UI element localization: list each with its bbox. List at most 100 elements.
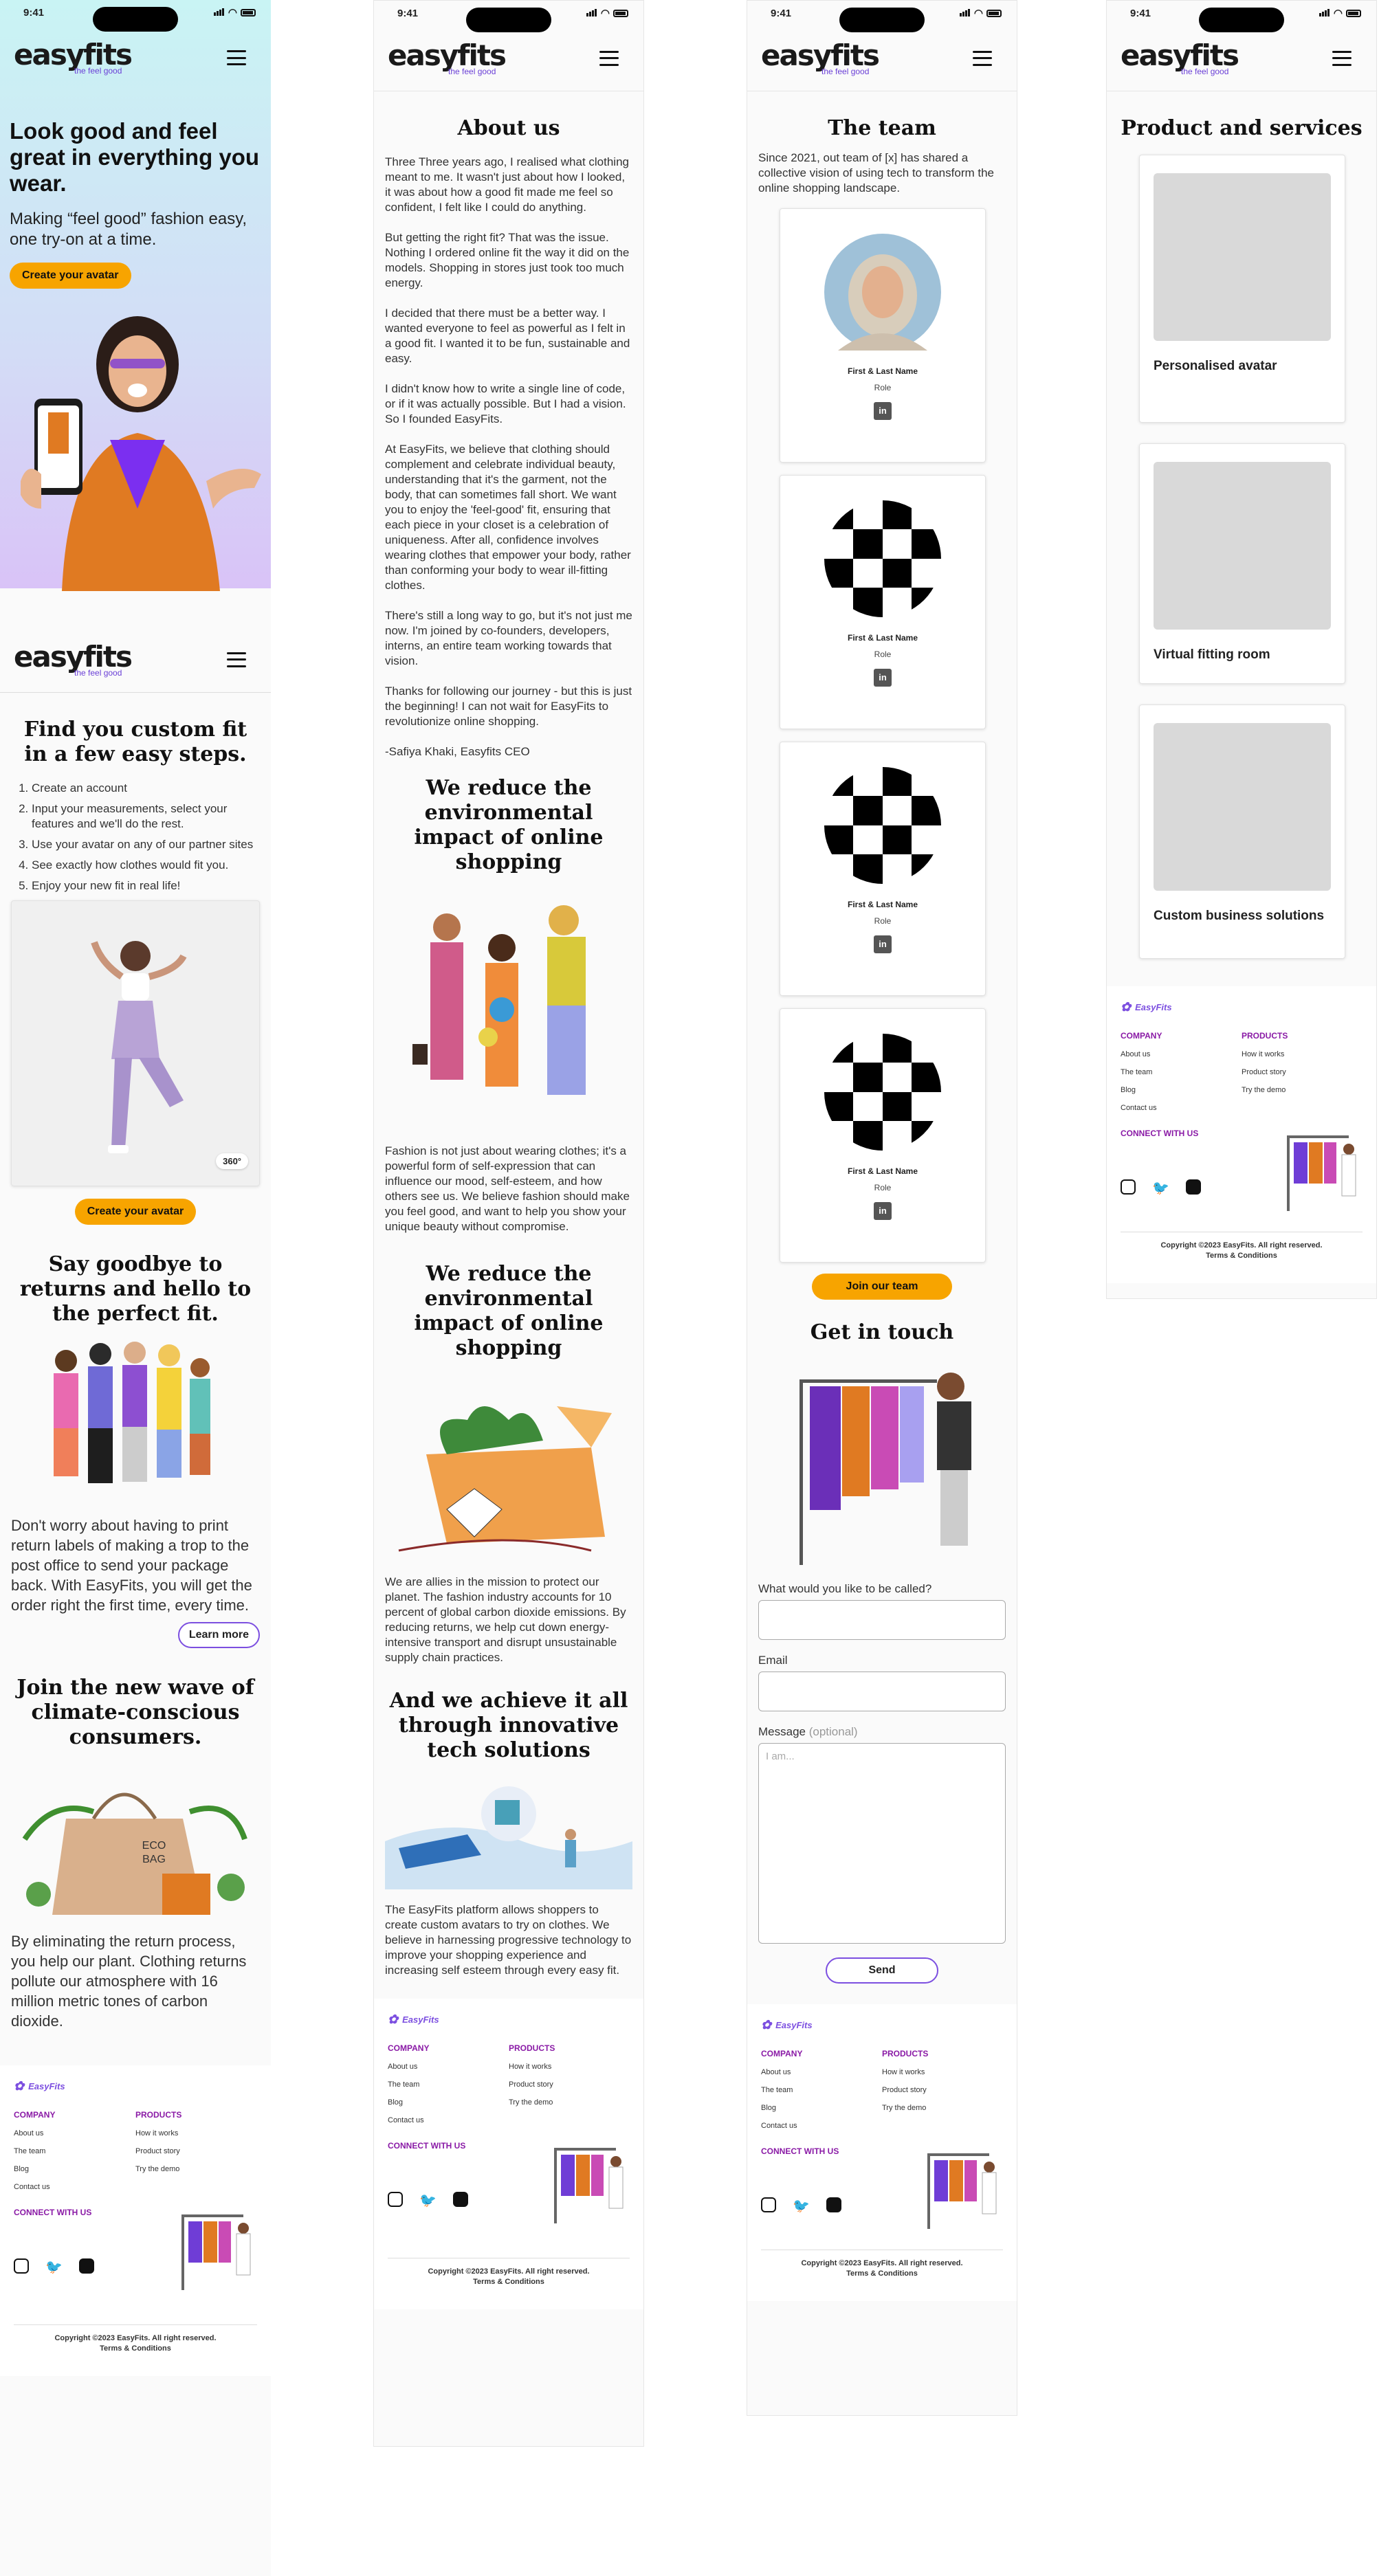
join-team-button[interactable]: Join our team <box>811 1274 953 1300</box>
footer-link-team[interactable]: The team <box>761 2086 882 2094</box>
brand-logo-2[interactable]: easyfits the feel good <box>14 642 133 677</box>
instagram-icon[interactable] <box>761 2197 776 2212</box>
impact-title: We reduce the environmental impact of on… <box>414 776 604 874</box>
terms-link[interactable]: Terms & Conditions <box>388 2277 630 2287</box>
linkedin-icon[interactable]: in <box>874 402 892 420</box>
linkedin-icon[interactable]: in <box>874 935 892 953</box>
footer-logo[interactable]: ✿ EasyFits <box>1121 1000 1363 1014</box>
member-name: First & Last Name <box>847 900 918 909</box>
menu-icon-2[interactable] <box>227 652 246 667</box>
dynamic-island <box>839 8 925 32</box>
email-input[interactable] <box>758 1672 1006 1711</box>
team-list: First & Last Name Role in First & Last N… <box>747 196 1017 1263</box>
footer-link-blog[interactable]: Blog <box>388 2098 509 2107</box>
footer-link-blog[interactable]: Blog <box>761 2104 882 2112</box>
message-textarea[interactable]: I am... <box>758 1743 1006 1944</box>
footer: ✿ EasyFits COMPANY About us The team Blog… <box>1107 986 1376 1283</box>
instagram-icon[interactable] <box>14 2258 29 2274</box>
eco-title: Join the new wave of climate-conscious c… <box>16 1676 254 1749</box>
tech-illustration <box>385 1786 632 1889</box>
avatar-preview-card[interactable]: 360° <box>11 900 260 1186</box>
step-item: Input your measurements, select your fea… <box>32 801 260 832</box>
instagram-icon[interactable] <box>388 2192 403 2207</box>
twitter-icon[interactable]: 🐦 <box>793 2197 810 2214</box>
footer-link-contact[interactable]: Contact us <box>388 2116 509 2124</box>
footer-link-team[interactable]: The team <box>388 2080 509 2089</box>
terms-link[interactable]: Terms & Conditions <box>1121 1251 1363 1261</box>
name-label: What would you like to be called? <box>758 1582 932 1595</box>
terms-link[interactable]: Terms & Conditions <box>761 2269 1003 2279</box>
footer-link-how[interactable]: How it works <box>882 2068 1003 2076</box>
footer-link-blog[interactable]: Blog <box>14 2165 135 2173</box>
footer-logo[interactable]: ✿ EasyFits <box>388 2012 630 2027</box>
name-input[interactable] <box>758 1600 1006 1640</box>
menu-icon[interactable] <box>227 50 246 65</box>
team-intro: Since 2021, out team of [x] has shared a… <box>758 151 994 195</box>
create-avatar-button-2[interactable]: Create your avatar <box>74 1199 197 1225</box>
footer-link-blog[interactable]: Blog <box>1121 1086 1242 1094</box>
menu-icon[interactable] <box>973 50 992 66</box>
impact2-text: We are allies in the mission to protect … <box>385 1575 626 1664</box>
product-name: Virtual fitting room <box>1154 647 1270 662</box>
product-card[interactable]: Custom business solutions <box>1139 704 1345 959</box>
menu-icon[interactable] <box>599 50 619 66</box>
learn-more-button[interactable]: Learn more <box>177 1622 260 1648</box>
linkedin-icon[interactable] <box>452 2192 468 2207</box>
brand-logo[interactable]: easyfits the feel good <box>14 41 133 76</box>
footer-link-how[interactable]: How it works <box>509 2063 630 2071</box>
signal-icon <box>1319 8 1330 19</box>
product-card[interactable]: Personalised avatar <box>1139 155 1345 423</box>
footer-link-about[interactable]: About us <box>14 2129 135 2138</box>
360-view-badge[interactable]: 360° <box>216 1153 248 1169</box>
footer-link-demo[interactable]: Try the demo <box>509 2098 630 2107</box>
footer-link-story[interactable]: Product story <box>882 2086 1003 2094</box>
hero-woman-illustration <box>21 316 261 591</box>
linkedin-icon[interactable] <box>826 2197 841 2212</box>
footer-logo[interactable]: ✿ EasyFits <box>14 2079 257 2094</box>
diverse-fashion-illustration <box>412 905 586 1095</box>
footer-link-team[interactable]: The team <box>1121 1068 1242 1076</box>
brand-logo[interactable]: easyfits the feel good <box>761 41 880 76</box>
linkedin-icon[interactable]: in <box>874 1202 892 1220</box>
signal-icon <box>959 8 971 19</box>
contact-form: What would you like to be called? Email … <box>747 1575 1017 1984</box>
footer-link-demo[interactable]: Try the demo <box>882 2104 1003 2112</box>
footer-link-about[interactable]: About us <box>761 2068 882 2076</box>
footer-link-contact[interactable]: Contact us <box>1121 1104 1242 1112</box>
footer-link-story[interactable]: Product story <box>509 2080 630 2089</box>
product-card[interactable]: Virtual fitting room <box>1139 443 1345 684</box>
brand-logo[interactable]: easyfits the feel good <box>388 41 507 76</box>
brand-logo[interactable]: easyfits the feel good <box>1121 41 1239 76</box>
linkedin-icon[interactable] <box>1185 1179 1201 1195</box>
member-role: Role <box>874 916 892 926</box>
wifi-icon: ◠ <box>600 8 610 19</box>
footer-logo[interactable]: ✿ EasyFits <box>761 2018 1003 2032</box>
footer-link-contact[interactable]: Contact us <box>761 2122 882 2130</box>
linkedin-icon[interactable]: in <box>874 669 892 687</box>
footer-link-how[interactable]: How it works <box>135 2129 257 2138</box>
twitter-icon[interactable]: 🐦 <box>45 2258 63 2276</box>
twitter-icon[interactable]: 🐦 <box>1152 1179 1169 1197</box>
dynamic-island <box>1199 8 1284 32</box>
footer-link-how[interactable]: How it works <box>1242 1050 1363 1058</box>
twitter-icon[interactable]: 🐦 <box>419 2192 437 2209</box>
footer-link-contact[interactable]: Contact us <box>14 2183 135 2191</box>
footer-link-team[interactable]: The team <box>14 2147 135 2155</box>
footer-link-story[interactable]: Product story <box>1242 1068 1363 1076</box>
step-item: Create an account <box>32 781 260 796</box>
footer-link-story[interactable]: Product story <box>135 2147 257 2155</box>
instagram-icon[interactable] <box>1121 1179 1136 1195</box>
hero-section: 9:41 ◠ easyfits the feel good Look good a… <box>0 0 271 591</box>
footer-link-demo[interactable]: Try the demo <box>135 2165 257 2173</box>
menu-icon[interactable] <box>1332 50 1352 66</box>
box-plants-illustration <box>398 1406 612 1552</box>
send-button[interactable]: Send <box>826 1957 938 1984</box>
placeholder-photo <box>824 500 941 617</box>
footer-link-about[interactable]: About us <box>388 2063 509 2071</box>
team-title: The team <box>828 116 936 140</box>
footer-link-demo[interactable]: Try the demo <box>1242 1086 1363 1094</box>
create-avatar-button[interactable]: Create your avatar <box>10 263 131 289</box>
terms-link[interactable]: Terms & Conditions <box>14 2344 257 2354</box>
linkedin-icon[interactable] <box>78 2258 94 2274</box>
footer-link-about[interactable]: About us <box>1121 1050 1242 1058</box>
